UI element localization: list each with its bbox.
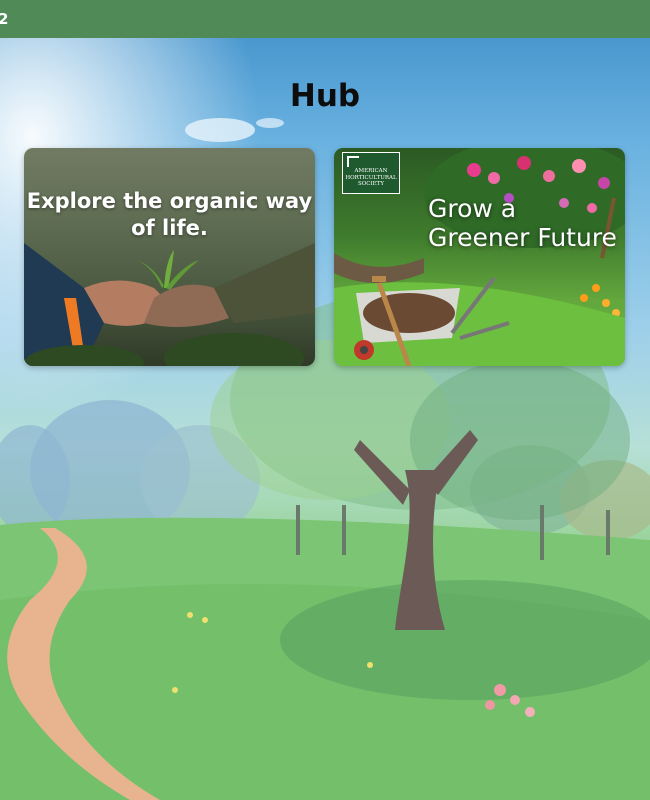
top-bar-label: 2	[0, 10, 9, 28]
society-logo-text: AMERICAN HORTICULTURAL SOCIETY	[345, 168, 397, 187]
card-organic-life[interactable]: Explore the organic way of life.	[24, 148, 315, 366]
card-organic-life-image	[24, 243, 315, 366]
card-organic-life-headline: Explore the organic way of life.	[26, 189, 313, 240]
page-title: Hub	[289, 78, 361, 114]
top-bar: 2	[0, 0, 650, 38]
society-logo: AMERICAN HORTICULTURAL SOCIETY	[342, 152, 400, 194]
background-landscape	[0, 0, 650, 800]
logo-mark-icon	[347, 156, 359, 167]
card-greener-future[interactable]: AMERICAN HORTICULTURAL SOCIETY Grow a Gr…	[334, 148, 625, 366]
card-greener-future-headline: Grow a Greener Future	[428, 194, 617, 252]
